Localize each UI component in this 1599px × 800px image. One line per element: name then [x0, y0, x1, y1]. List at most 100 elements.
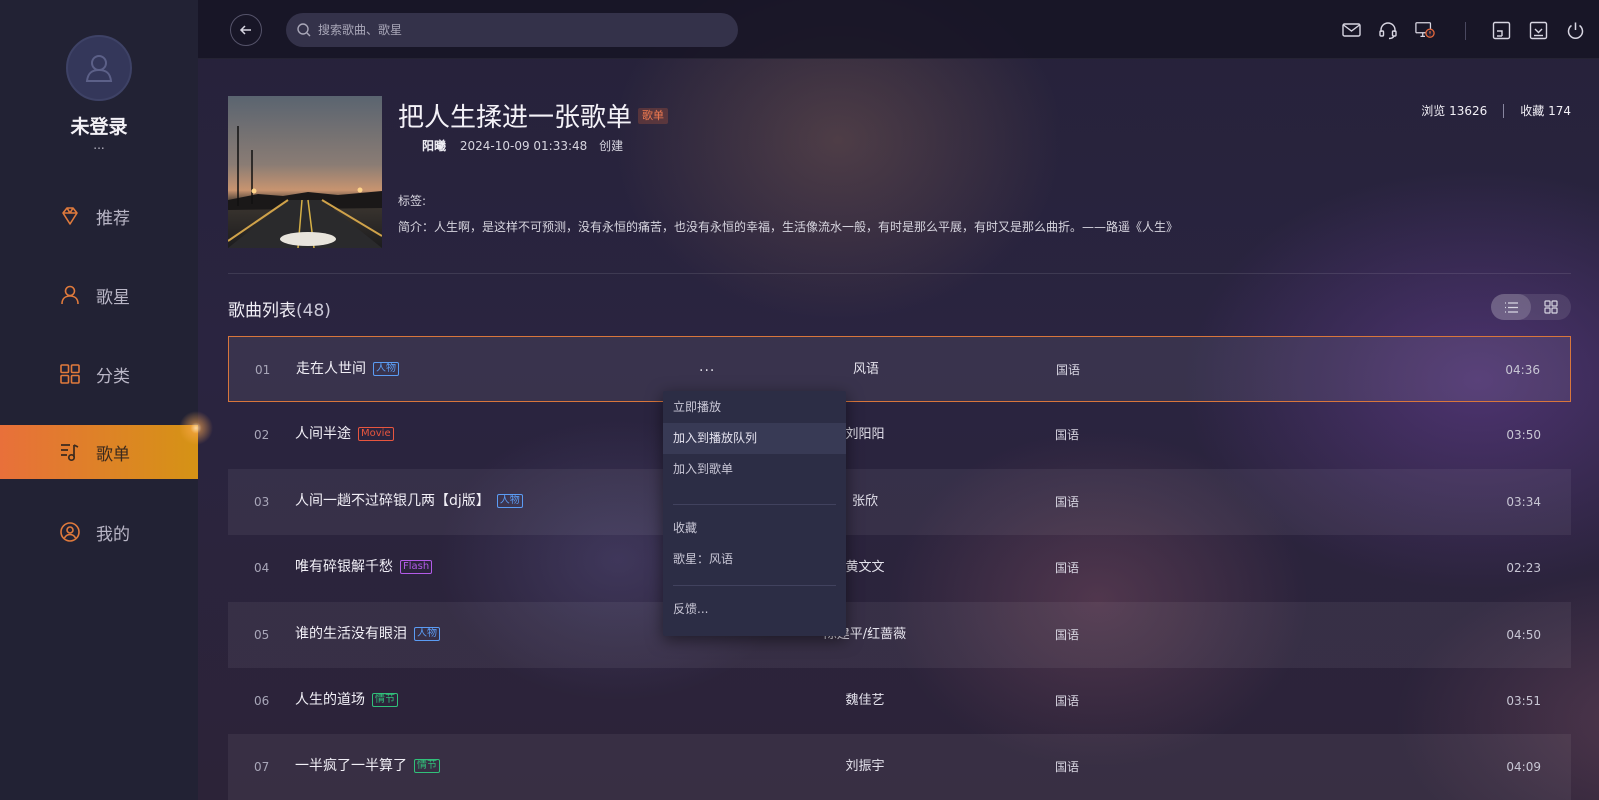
arrow-left-icon [239, 25, 251, 35]
sidebar-item-label: 分类 [96, 366, 130, 387]
glow-decoration [176, 408, 216, 448]
stats-divider [1503, 103, 1505, 118]
song-title-text: 人间一趟不过碎银几两【dj版】 [295, 493, 490, 509]
song-row[interactable]: 06 人生的道场 情节 魏佳艺 国语 03:51 [228, 668, 1571, 734]
sidebar-item-label: 歌星 [96, 287, 130, 308]
headset-icon[interactable] [1378, 20, 1398, 40]
song-tag: 情节 [372, 693, 398, 707]
grid-view-button[interactable] [1531, 294, 1571, 320]
song-artist-text: 黄文文 [845, 560, 885, 575]
song-row[interactable]: 02 人间半途 Movie 刘阳阳 国语 03:50 [228, 402, 1571, 468]
context-menu: 立即播放 加入到播放队列 加入到歌单 收藏 歌星：风语 反馈... [663, 391, 846, 636]
sidebar-item-recommend[interactable]: 推荐 [0, 189, 198, 243]
created-at: 2024-10-09 01:33:48 [459, 139, 588, 153]
song-duration: 03:51 [1506, 694, 1541, 708]
song-tag: 人物 [373, 362, 399, 376]
search-input[interactable] [318, 23, 718, 37]
user-more: ... [93, 138, 105, 152]
cover-image [228, 96, 382, 248]
more-button[interactable]: ... [699, 359, 715, 375]
sidebar-item-playlists[interactable]: 歌单 [0, 425, 198, 479]
playlist-icon [58, 440, 82, 464]
song-tag: Flash [400, 560, 433, 574]
song-language: 国语 [1055, 760, 1080, 774]
singer-icon [58, 283, 82, 307]
song-row[interactable]: 03 人间一趟不过碎银几两【dj版】 人物 张欣 国语 03:34 [228, 469, 1571, 535]
song-row[interactable]: 01 走在人世间 人物 ... 风语 国语 04:36 [228, 336, 1571, 402]
menu-item-add-to-queue[interactable]: 加入到播放队列 [663, 423, 846, 454]
song-artist-text: 刘阳阳 [845, 427, 885, 442]
menu-item-favorite[interactable]: 收藏 [663, 513, 846, 544]
playlist-meta: 阳曦 2024-10-09 01:33:48 创建 [422, 137, 623, 154]
song-title[interactable]: 走在人世间 人物 [296, 361, 399, 377]
back-button[interactable] [230, 14, 262, 46]
sidebar-item-singers[interactable]: 歌星 [0, 268, 198, 322]
menu-item-add-to-playlist[interactable]: 加入到歌单 [663, 454, 846, 485]
screen-alert-icon[interactable] [1415, 20, 1435, 40]
song-duration: 04:36 [1505, 363, 1540, 377]
song-title[interactable]: 一半疯了一半算了 情节 [295, 758, 440, 774]
playlist-description: 简介：人生啊，是这样不可预测，没有永恒的痛苦，也没有永恒的幸福，生活像流水一般，… [398, 220, 1179, 234]
user-name[interactable]: 未登录 [0, 112, 198, 139]
mail-icon[interactable] [1341, 20, 1361, 40]
song-title-text: 唯有碎银解千愁 [295, 559, 393, 575]
search-icon[interactable] [296, 22, 312, 38]
playlist-title: 把人生揉进一张歌单 歌单 [398, 97, 669, 134]
song-title-text: 人生的道场 [295, 692, 365, 708]
song-number: 02 [254, 428, 270, 442]
avatar[interactable] [66, 35, 132, 101]
sidebar-item-label: 我的 [96, 524, 130, 545]
minimize-window-icon[interactable] [1491, 20, 1511, 40]
list-view-button[interactable] [1491, 294, 1531, 320]
song-title[interactable]: 人间半途 Movie [295, 426, 394, 442]
section-divider [228, 273, 1571, 274]
song-row[interactable]: 05 谁的生活没有眼泪 人物 陈建平/红蔷薇 国语 04:50 [228, 602, 1571, 668]
top-bar [198, 0, 1599, 59]
playlist-tags: 标签: [398, 194, 427, 208]
song-list-title: 歌曲列表(48) [228, 296, 331, 321]
song-number: 04 [254, 561, 270, 575]
menu-divider [673, 504, 836, 505]
song-tag: 人物 [414, 627, 440, 641]
menu-item-singer[interactable]: 歌星：风语 [663, 544, 846, 575]
song-title[interactable]: 人间一趟不过碎银几两【dj版】 人物 [295, 493, 523, 509]
views-count: 浏览 13626 [1421, 104, 1488, 118]
sidebar: 未登录 ... 推荐 歌星 分类 歌单 我的 [0, 0, 198, 800]
song-number: 07 [254, 760, 270, 774]
power-icon[interactable] [1565, 20, 1585, 40]
song-artist-text: 张欣 [851, 494, 879, 509]
song-title-text: 走在人世间 [296, 361, 366, 377]
song-count: (48) [296, 301, 331, 321]
sidebar-item-categories[interactable]: 分类 [0, 347, 198, 401]
song-duration: 04:50 [1506, 628, 1541, 642]
song-language: 国语 [1056, 363, 1081, 377]
song-language: 国语 [1055, 561, 1080, 575]
song-row[interactable]: 07 一半疯了一半算了 情节 刘振宇 国语 04:09 [228, 734, 1571, 800]
search-box [286, 13, 738, 47]
sidebar-item-mine[interactable]: 我的 [0, 505, 198, 559]
song-tag: 人物 [496, 494, 523, 508]
song-duration: 03:34 [1506, 495, 1541, 509]
song-number: 01 [255, 363, 271, 377]
sidebar-item-label: 歌单 [96, 444, 130, 465]
song-duration: 03:50 [1506, 428, 1541, 442]
song-language: 国语 [1055, 495, 1080, 509]
song-tag: 情节 [414, 759, 440, 773]
grid-icon [1544, 300, 1558, 314]
diamond-icon [58, 204, 82, 228]
song-title[interactable]: 谁的生活没有眼泪 人物 [295, 626, 440, 642]
download-box-icon[interactable] [1528, 20, 1548, 40]
song-number: 06 [254, 694, 270, 708]
view-toggle [1491, 294, 1571, 320]
creator-name[interactable]: 阳曦 [422, 139, 446, 153]
song-artist-text: 风语 [852, 362, 880, 377]
song-row[interactable]: 04 唯有碎银解千愁 Flash 黄文文 国语 02:23 [228, 535, 1571, 601]
created-label: 创建 [599, 139, 624, 153]
song-title[interactable]: 唯有碎银解千愁 Flash [295, 559, 433, 575]
menu-item-play-now[interactable]: 立即播放 [663, 392, 846, 423]
song-title-text: 人间半途 [295, 426, 351, 442]
playlist-cover [228, 96, 382, 248]
playlist-title-text: 把人生揉进一张歌单 [398, 103, 633, 133]
song-title[interactable]: 人生的道场 情节 [295, 692, 398, 708]
menu-item-feedback[interactable]: 反馈... [663, 594, 846, 625]
